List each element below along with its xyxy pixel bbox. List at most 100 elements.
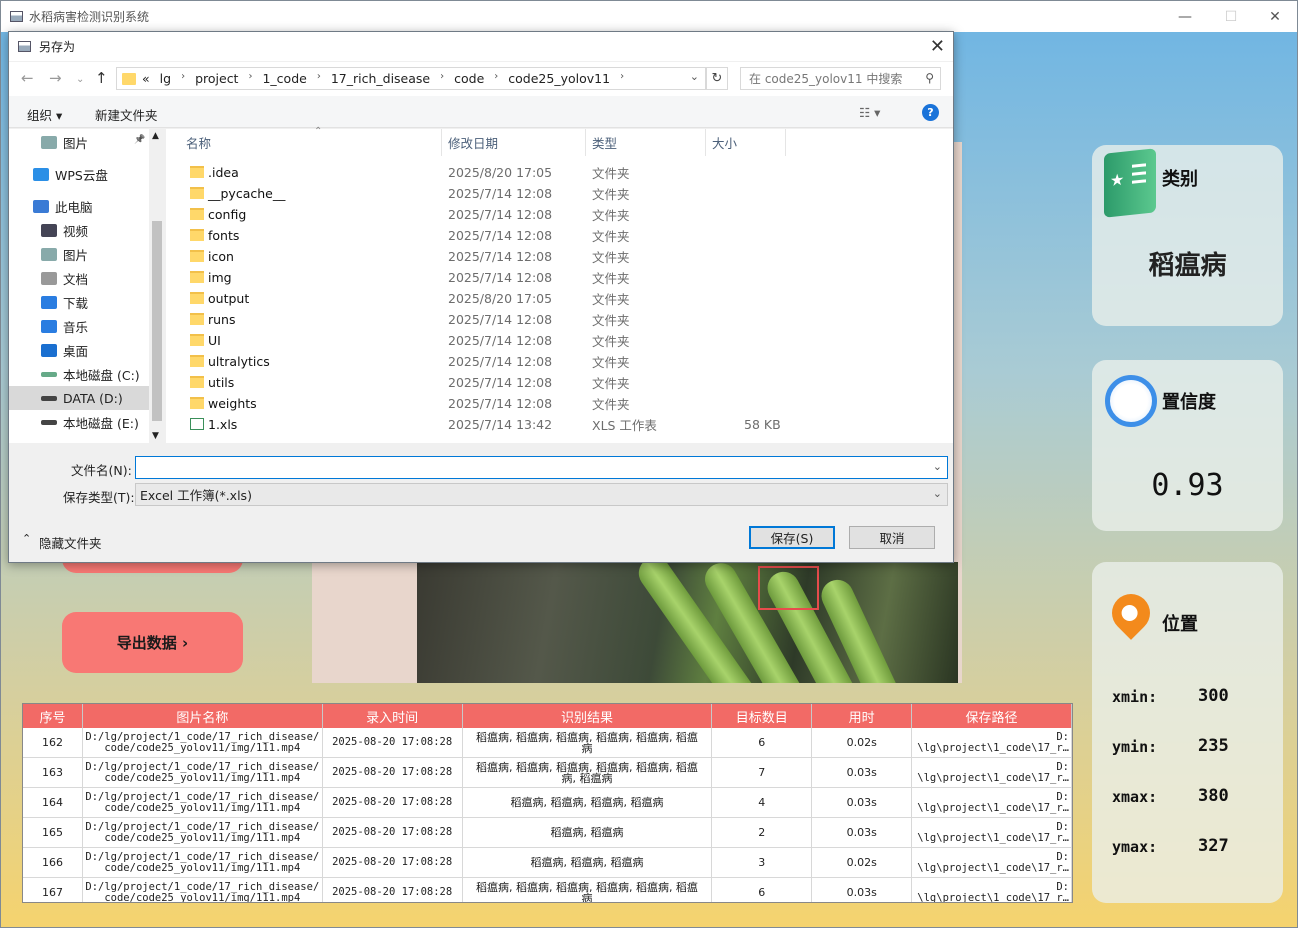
breadcrumb-item[interactable]: project: [195, 71, 238, 86]
nav-item[interactable]: 图片: [9, 242, 149, 266]
file-name: config: [208, 207, 247, 222]
help-icon[interactable]: ?: [922, 104, 939, 121]
breadcrumb-item[interactable]: 1_code: [262, 71, 306, 86]
column-header[interactable]: 类型: [586, 129, 706, 156]
up-arrow-icon[interactable]: ↑: [95, 69, 108, 87]
file-row[interactable]: ultralytics 2025/7/14 12:08 文件夹: [166, 351, 786, 372]
organize-button[interactable]: 组织 ▾: [27, 105, 62, 124]
table-row[interactable]: 167 D:/lg/project/1_code/17_rich_disease/…: [23, 878, 1072, 902]
breadcrumb-separator-icon[interactable]: ›: [620, 71, 624, 86]
export-data-button[interactable]: 导出数据 ›: [62, 612, 243, 673]
breadcrumb-item[interactable]: 17_rich_disease: [331, 71, 430, 86]
new-folder-button[interactable]: 新建文件夹: [95, 105, 158, 124]
file-size: 58 KB: [744, 417, 781, 432]
table-row[interactable]: 165 D:/lg/project/1_code/17_rich_disease/…: [23, 818, 1072, 848]
table-cell: 0.02s: [812, 848, 913, 877]
file-row[interactable]: config 2025/7/14 12:08 文件夹: [166, 204, 786, 225]
search-input[interactable]: 在 code25_yolov11 中搜索 ⚲: [740, 67, 941, 90]
scroll-down-icon[interactable]: ▼: [152, 431, 159, 441]
file-row[interactable]: utils 2025/7/14 12:08 文件夹: [166, 372, 786, 393]
pin-icon[interactable]: 📌: [134, 135, 145, 145]
chevron-down-icon[interactable]: ⌄: [933, 460, 942, 473]
table-cell: 2025-08-20 17:08:28: [323, 788, 463, 817]
table-column-header[interactable]: 图片名称: [83, 704, 323, 728]
results-table[interactable]: 序号 图片名称 录入时间 识别结果 目标数目 用时 保存路径 162 D:/lg/projec…: [22, 703, 1073, 903]
nav-item[interactable]: 此电脑: [9, 194, 149, 218]
breadcrumb-item[interactable]: code25_yolov11: [508, 71, 610, 86]
save-button[interactable]: 保存(S): [749, 526, 835, 549]
nav-item[interactable]: 视频: [9, 218, 149, 242]
table-column-header[interactable]: 保存路径: [912, 704, 1072, 728]
chevron-down-icon[interactable]: ⌄: [933, 487, 942, 500]
table-column-header[interactable]: 用时: [812, 704, 913, 728]
forward-arrow-icon[interactable]: →: [49, 69, 62, 87]
computer-icon: [33, 199, 49, 213]
dialog-close-button[interactable]: ✕: [930, 36, 945, 57]
recent-locations-icon[interactable]: ⌄: [76, 74, 84, 85]
table-column-header[interactable]: 序号: [23, 704, 83, 728]
table-cell: 167: [23, 878, 83, 902]
view-options-icon[interactable]: ☷ ▾: [859, 105, 880, 120]
column-header[interactable]: 修改日期: [442, 129, 586, 156]
nav-item[interactable]: WPS云盘: [9, 162, 149, 186]
file-row[interactable]: .idea 2025/8/20 17:05 文件夹: [166, 162, 786, 183]
scroll-up-icon[interactable]: ▲: [152, 131, 159, 141]
file-row[interactable]: weights 2025/7/14 12:08 文件夹: [166, 393, 786, 414]
table-row[interactable]: 162 D:/lg/project/1_code/17_rich_disease/…: [23, 728, 1072, 758]
nav-item[interactable]: 本地磁盘 (E:): [9, 410, 149, 434]
breadcrumb-item[interactable]: lg: [160, 71, 171, 86]
back-arrow-icon[interactable]: ←: [21, 69, 34, 87]
breadcrumb-separator-icon[interactable]: ›: [248, 71, 252, 86]
column-header[interactable]: 名称: [166, 129, 442, 156]
file-row[interactable]: fonts 2025/7/14 12:08 文件夹: [166, 225, 786, 246]
maximize-button[interactable]: ☐: [1208, 1, 1254, 32]
file-type: XLS 工作表: [592, 418, 657, 433]
table-cell: 0.03s: [812, 788, 913, 817]
breadcrumb-separator-icon[interactable]: ›: [181, 71, 185, 86]
nav-item[interactable]: 音乐: [9, 314, 149, 338]
breadcrumb-separator-icon[interactable]: ›: [317, 71, 321, 86]
file-row[interactable]: 1.xls 2025/7/14 13:42 XLS 工作表 58 KB: [166, 414, 786, 435]
breadcrumb-separator-icon[interactable]: ›: [440, 71, 444, 86]
nav-scrollbar[interactable]: ▲ ▼: [149, 129, 165, 443]
nav-item[interactable]: DATA (D:): [9, 386, 149, 410]
table-row[interactable]: 166 D:/lg/project/1_code/17_rich_disease/…: [23, 848, 1072, 878]
filetype-select[interactable]: Excel 工作簿(*.xls) ⌄: [135, 483, 948, 506]
navigation-pane[interactable]: 图片 WPS云盘 此电脑 视频 图片 文档 下载 音乐 桌面 本地磁盘 (C:) DATA (D:)…: [9, 129, 165, 443]
table-cell: D: \lg\project\1_code\17_r…: [912, 848, 1072, 877]
chevron-up-icon[interactable]: ⌃: [22, 532, 31, 545]
table-row[interactable]: 164 D:/lg/project/1_code/17_rich_disease/…: [23, 788, 1072, 818]
table-row[interactable]: 163 D:/lg/project/1_code/17_rich_disease/…: [23, 758, 1072, 788]
nav-item[interactable]: 下载: [9, 290, 149, 314]
table-column-header[interactable]: 录入时间: [323, 704, 463, 728]
folder-icon: [190, 229, 204, 241]
file-row[interactable]: UI 2025/7/14 12:08 文件夹: [166, 330, 786, 351]
nav-item[interactable]: 本地磁盘 (C:): [9, 362, 149, 386]
address-bar[interactable]: « lg › project › 1_code › 17_rich_disease › code…: [116, 67, 706, 90]
close-button[interactable]: ✕: [1252, 1, 1298, 32]
file-row[interactable]: runs 2025/7/14 12:08 文件夹: [166, 309, 786, 330]
filename-field[interactable]: ⌄: [135, 456, 948, 479]
nav-item[interactable]: 文档: [9, 266, 149, 290]
table-column-header[interactable]: 目标数目: [712, 704, 813, 728]
cloud-icon: [33, 167, 49, 181]
column-header[interactable]: 大小: [706, 129, 786, 156]
breadcrumb-separator-icon[interactable]: ›: [494, 71, 498, 86]
file-row[interactable]: __pycache__ 2025/7/14 12:08 文件夹: [166, 183, 786, 204]
minimize-button[interactable]: —: [1162, 1, 1208, 32]
table-column-header[interactable]: 识别结果: [463, 704, 713, 728]
file-row[interactable]: img 2025/7/14 12:08 文件夹: [166, 267, 786, 288]
nav-item[interactable]: 桌面: [9, 338, 149, 362]
breadcrumb-item[interactable]: code: [454, 71, 484, 86]
file-row[interactable]: output 2025/8/20 17:05 文件夹: [166, 288, 786, 309]
address-overflow[interactable]: «: [142, 71, 150, 86]
file-row[interactable]: icon 2025/7/14 12:08 文件夹: [166, 246, 786, 267]
file-list[interactable]: 名称 修改日期 类型 大小 ⌃ .idea 2025/8/20 17:05 文件夹 __pyc…: [166, 126, 953, 443]
address-dropdown-icon[interactable]: ⌄: [690, 70, 699, 83]
nav-item[interactable]: 图片: [9, 130, 149, 154]
nav-item-label: 下载: [63, 295, 89, 311]
refresh-button[interactable]: ↻: [706, 67, 728, 90]
confidence-card: 置信度 0.93: [1092, 360, 1283, 531]
cancel-button[interactable]: 取消: [849, 526, 935, 549]
hide-folders-toggle[interactable]: 隐藏文件夹: [39, 533, 102, 552]
